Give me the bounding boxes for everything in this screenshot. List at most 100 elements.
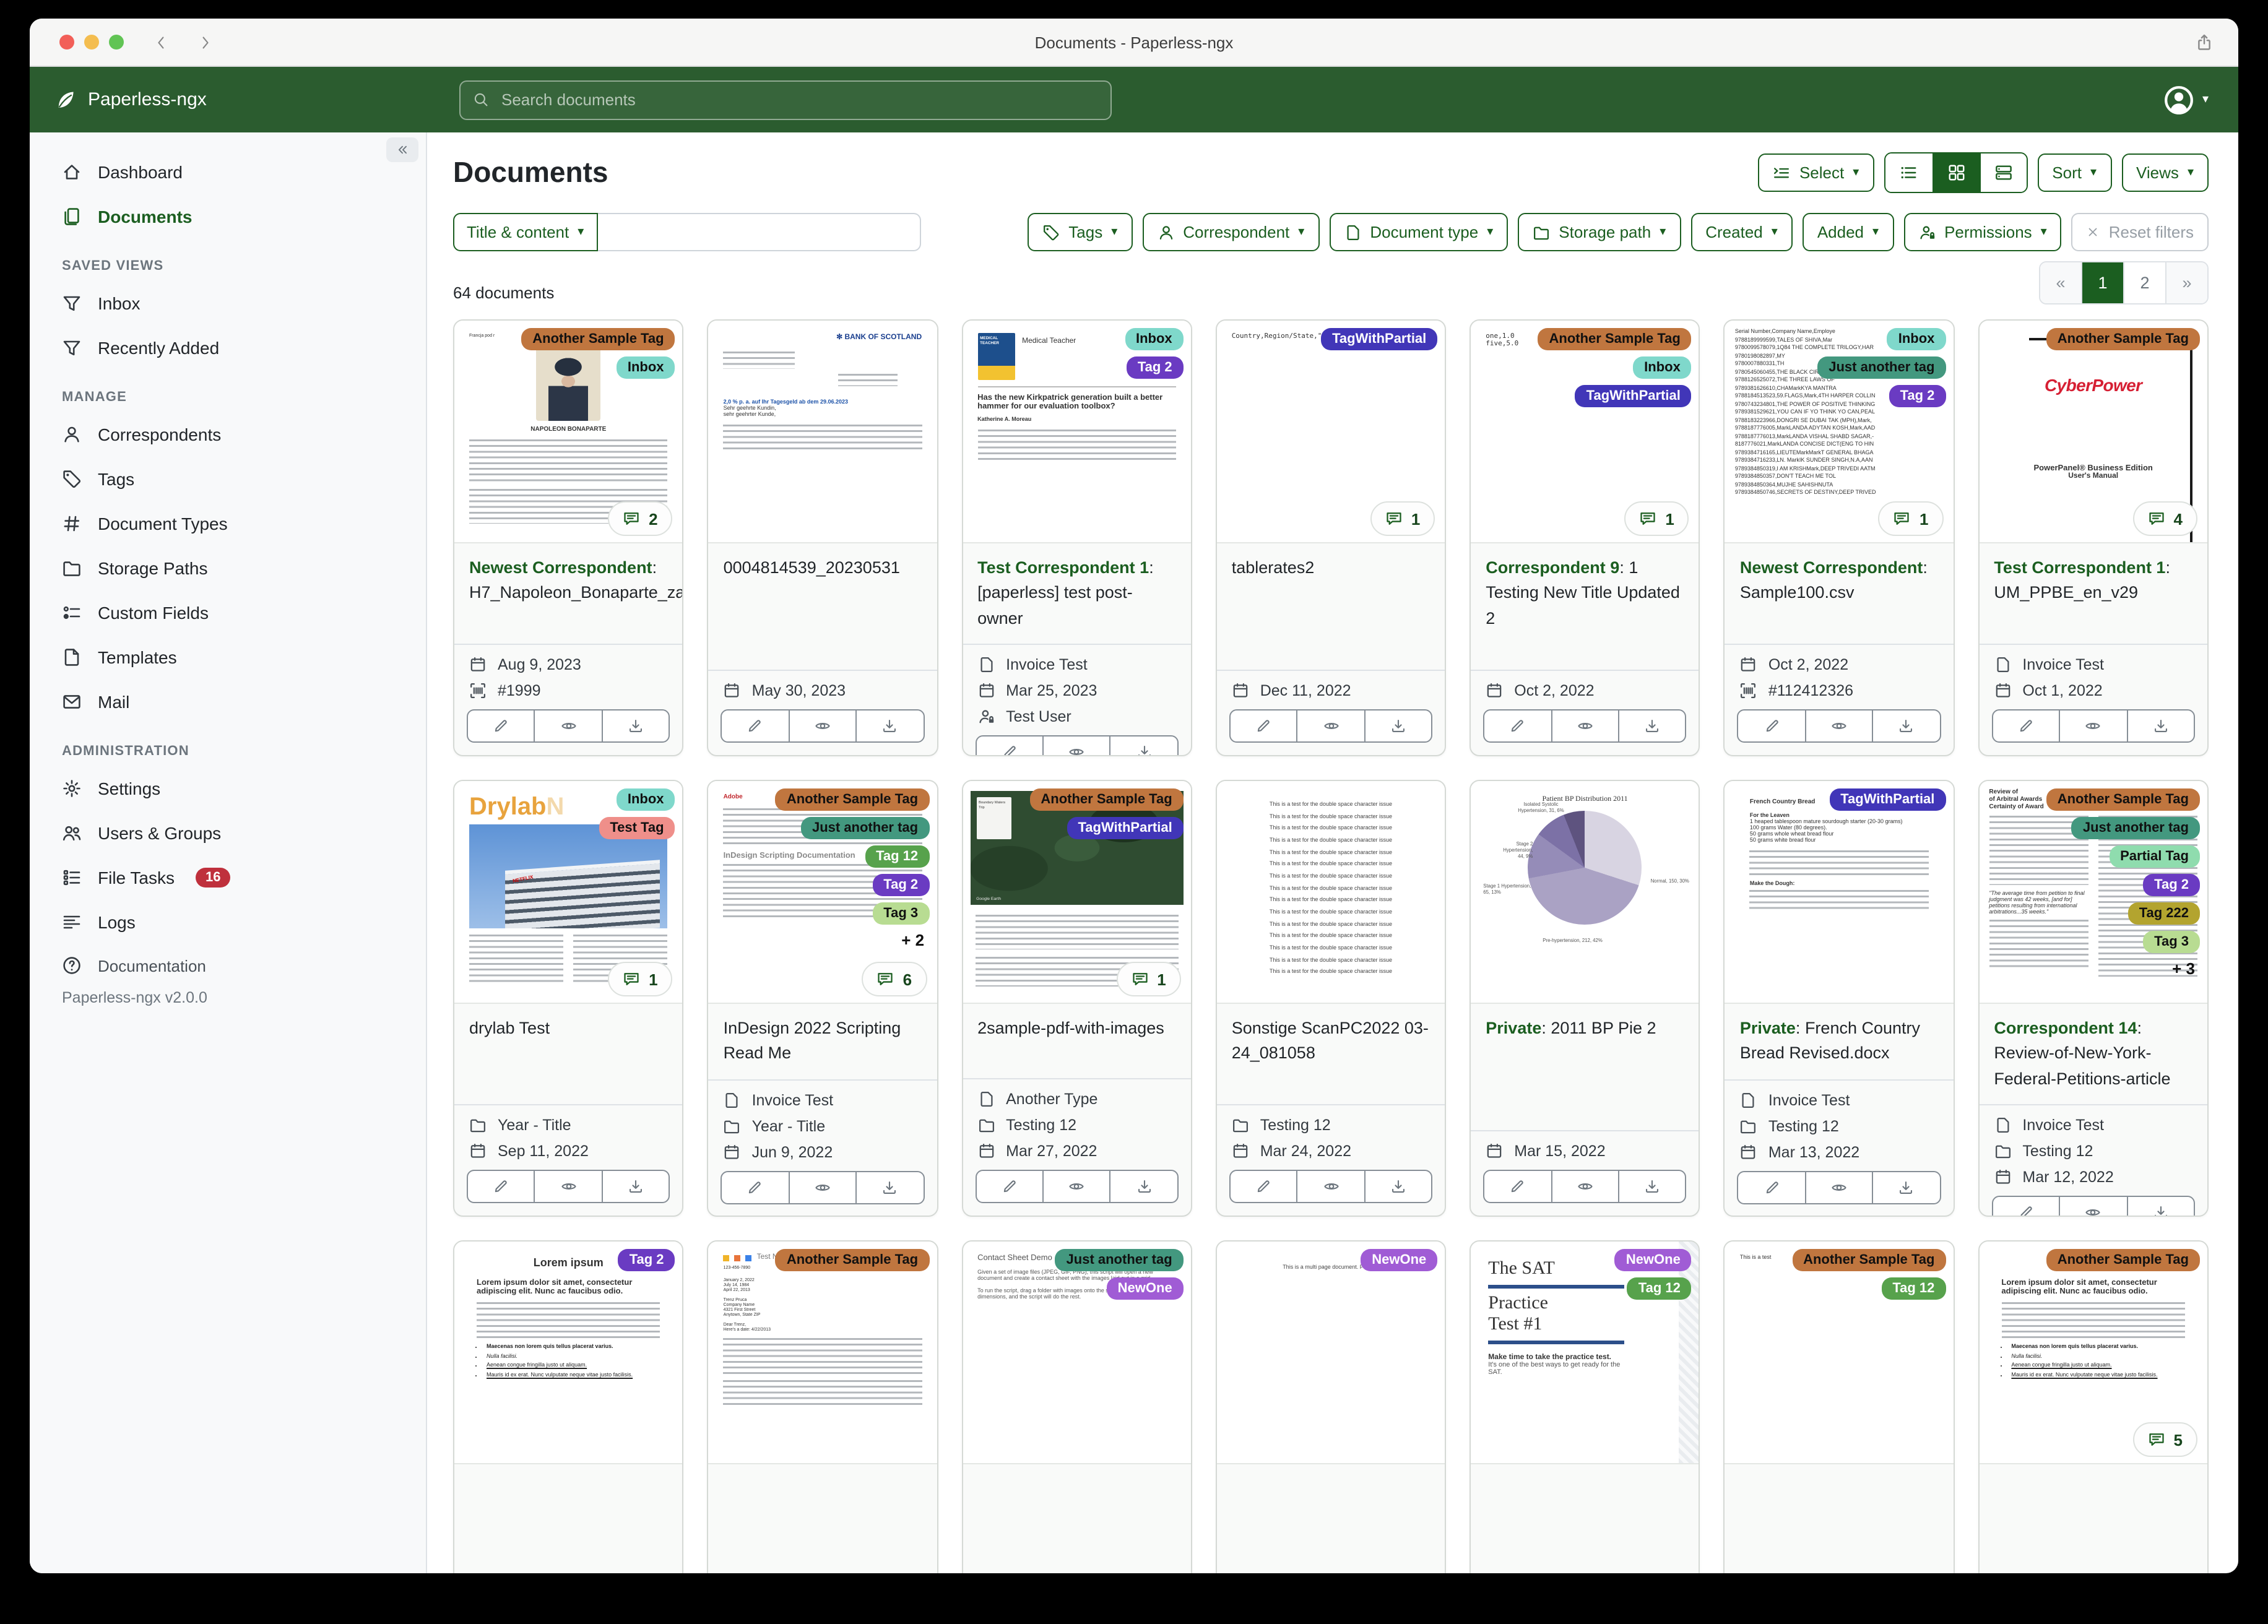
edit-button[interactable] bbox=[1991, 709, 2061, 743]
document-card[interactable]: Boundary Waters Trip Google Earth Another … bbox=[961, 780, 1192, 1217]
meta-row[interactable]: Mar 27, 2022 bbox=[977, 1142, 1176, 1160]
view-button[interactable] bbox=[1296, 709, 1366, 743]
view-mode-list-view[interactable] bbox=[1885, 153, 1933, 192]
sidebar-item-document-types[interactable]: Document Types bbox=[30, 501, 426, 546]
tag-badge[interactable]: Tag 2 bbox=[1889, 385, 1946, 407]
meta-row[interactable]: Mar 24, 2022 bbox=[1232, 1142, 1430, 1160]
user-menu[interactable]: ▾ bbox=[2163, 84, 2209, 116]
document-thumbnail[interactable]: Test Name 123-456-7890 January 2, 2022 July… bbox=[708, 1242, 937, 1464]
comments-badge[interactable]: 5 bbox=[2132, 1422, 2197, 1457]
meta-row[interactable]: May 30, 2023 bbox=[724, 682, 922, 699]
view-mode-grid-view[interactable] bbox=[1932, 153, 1980, 192]
browser-back-icon[interactable] bbox=[154, 34, 170, 50]
document-title[interactable] bbox=[1217, 1464, 1445, 1573]
document-title[interactable] bbox=[1979, 1464, 2207, 1573]
sidebar-item-custom-fields[interactable]: Custom Fields bbox=[30, 590, 426, 635]
tag-badge[interactable]: Tag 3 bbox=[872, 902, 930, 925]
tag-badge[interactable]: Tag 222 bbox=[2127, 902, 2200, 925]
document-card[interactable]: Review of of Arbitral Awards Certainty of … bbox=[1978, 780, 2209, 1217]
sidebar-collapse-button[interactable] bbox=[386, 137, 418, 162]
edit-button[interactable] bbox=[721, 709, 790, 743]
tag-badge[interactable]: Inbox bbox=[616, 356, 675, 379]
app-brand[interactable]: Paperless-ngx bbox=[54, 89, 207, 111]
meta-row[interactable]: Invoice Test bbox=[1994, 656, 2192, 673]
document-title[interactable]: Correspondent 14: Review-of-New-York-Fed… bbox=[1979, 1004, 2207, 1104]
tag-badge[interactable]: Just another tag bbox=[1055, 1249, 1184, 1271]
document-title[interactable]: Sonstige ScanPC2022 03-24_081058 bbox=[1217, 1004, 1445, 1104]
document-card[interactable]: Patient BP Distribution 2011 Isolated Sys… bbox=[1469, 780, 1700, 1217]
sidebar-item-mail[interactable]: Mail bbox=[30, 680, 426, 724]
document-thumbnail[interactable]: Lorem ipsumLorem ipsum dolor sit amet, c… bbox=[454, 1242, 683, 1464]
view-button[interactable] bbox=[1804, 1170, 1874, 1204]
tag-badge[interactable]: Just another tag bbox=[800, 817, 930, 839]
tag-badge[interactable]: TagWithPartial bbox=[1575, 385, 1692, 407]
document-thumbnail[interactable]: Patient BP Distribution 2011 Isolated Sys… bbox=[1471, 781, 1699, 1004]
download-button[interactable] bbox=[1872, 709, 1941, 743]
meta-row[interactable]: Year - Title bbox=[469, 1116, 668, 1134]
download-button[interactable] bbox=[2126, 709, 2196, 743]
document-card[interactable]: Adobe InDesign Scripting Documentation Ano… bbox=[707, 780, 938, 1217]
view-button[interactable] bbox=[534, 709, 603, 743]
document-title[interactable] bbox=[1725, 1464, 1954, 1573]
meta-row[interactable]: Mar 25, 2023 bbox=[977, 682, 1176, 699]
view-button[interactable] bbox=[1042, 735, 1111, 755]
filter-added-button[interactable]: Added ▾ bbox=[1802, 213, 1894, 251]
document-card[interactable]: ✻ BANK OF SCOTLAND 2,0 % p. a. auf Ihr Ta… bbox=[707, 319, 938, 756]
document-card[interactable]: MEDICAL TEACHER Medical Teacher Has the ne… bbox=[961, 319, 1192, 756]
document-title[interactable]: Correspondent 9: 1 Testing New Title Upd… bbox=[1471, 543, 1699, 670]
pagination-page-1[interactable]: 1 bbox=[2081, 262, 2123, 303]
edit-button[interactable] bbox=[975, 735, 1044, 755]
document-card[interactable]: one,1.0 five,5.0 Another Sample Tag Inbox T… bbox=[1469, 319, 1700, 756]
download-button[interactable] bbox=[1872, 1170, 1941, 1204]
document-title[interactable]: Test Correspondent 1: [paperless] test p… bbox=[963, 543, 1191, 644]
view-button[interactable] bbox=[1296, 1170, 1366, 1203]
tag-badge[interactable]: Tag 12 bbox=[865, 845, 930, 868]
tag-badge[interactable]: Tag 2 bbox=[618, 1249, 675, 1271]
view-button[interactable] bbox=[1551, 709, 1619, 743]
download-button[interactable] bbox=[2126, 1195, 2196, 1216]
meta-row[interactable]: #112412326 bbox=[1740, 682, 1939, 699]
meta-row[interactable]: Testing 12 bbox=[1232, 1116, 1430, 1134]
comments-badge[interactable]: 4 bbox=[2132, 501, 2197, 536]
tag-badge[interactable]: TagWithPartial bbox=[1321, 328, 1438, 350]
sidebar-item-templates[interactable]: Templates bbox=[30, 635, 426, 680]
document-title[interactable]: drylab Test bbox=[454, 1004, 683, 1104]
sidebar-item-settings[interactable]: Settings bbox=[30, 766, 426, 811]
meta-row[interactable]: Testing 12 bbox=[977, 1116, 1176, 1134]
tag-badge[interactable]: Partial Tag bbox=[2109, 845, 2200, 868]
sidebar-item-users-groups[interactable]: Users & Groups bbox=[30, 811, 426, 855]
meta-row[interactable]: Oct 1, 2022 bbox=[1994, 682, 2192, 699]
close-window-button[interactable] bbox=[59, 35, 74, 50]
tag-badge[interactable]: Inbox bbox=[1633, 356, 1692, 379]
meta-row[interactable]: Oct 2, 2022 bbox=[1740, 656, 1939, 673]
sidebar-item-file-tasks[interactable]: File Tasks 16 bbox=[30, 855, 426, 900]
document-title[interactable] bbox=[1471, 1464, 1699, 1573]
tag-badge[interactable]: Inbox bbox=[1887, 328, 1946, 350]
tag-badge[interactable]: Another Sample Tag bbox=[2046, 328, 2200, 350]
edit-button[interactable] bbox=[1737, 709, 1806, 743]
meta-row[interactable]: Jun 9, 2022 bbox=[724, 1143, 922, 1160]
pagination-last[interactable]: » bbox=[2165, 262, 2207, 303]
comments-badge[interactable]: 1 bbox=[1624, 501, 1689, 536]
tag-badge[interactable]: Inbox bbox=[616, 788, 675, 811]
comments-badge[interactable]: 1 bbox=[1878, 501, 1944, 536]
filter-tags-button[interactable]: Tags ▾ bbox=[1028, 213, 1133, 251]
view-button[interactable] bbox=[2059, 1195, 2128, 1216]
edit-button[interactable] bbox=[1737, 1170, 1806, 1204]
download-button[interactable] bbox=[1617, 709, 1687, 743]
tag-badge[interactable]: Inbox bbox=[1125, 328, 1184, 350]
meta-row[interactable]: Oct 2, 2022 bbox=[1486, 682, 1684, 699]
reset-filters-button[interactable]: Reset filters bbox=[2071, 213, 2209, 251]
tag-badge[interactable]: Another Sample Tag bbox=[1792, 1249, 1946, 1271]
sidebar-item-documents[interactable]: Documents bbox=[30, 194, 426, 239]
edit-button[interactable] bbox=[1991, 1195, 2061, 1216]
zoom-window-button[interactable] bbox=[109, 35, 124, 50]
view-mode-detail-view[interactable] bbox=[1979, 153, 2027, 192]
tag-badge[interactable]: Tag 2 bbox=[1126, 356, 1184, 379]
edit-button[interactable] bbox=[1229, 709, 1298, 743]
search-input[interactable] bbox=[499, 89, 1098, 110]
meta-row[interactable]: Invoice Test bbox=[977, 656, 1176, 673]
filter-storage-path-button[interactable]: Storage path ▾ bbox=[1518, 213, 1681, 251]
tag-badge[interactable]: Another Sample Tag bbox=[2046, 1249, 2200, 1271]
global-search[interactable] bbox=[459, 80, 1112, 119]
